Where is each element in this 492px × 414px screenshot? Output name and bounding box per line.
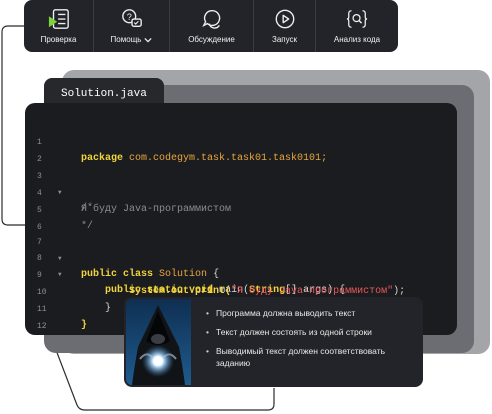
toolbar: Проверка ? Помощь Обсуждение Запуск Анал… [24, 0, 398, 52]
discussion-label: Обсуждение [188, 35, 235, 44]
requirement-item: Программа должна выводить текст [206, 307, 416, 319]
comment-close: */ [81, 221, 94, 232]
requirements-card: Программа должна выводить текст Текст до… [124, 297, 423, 387]
code-line: 11 } [25, 286, 87, 331]
code-line: 12 [25, 303, 49, 331]
statement-end: ); [393, 286, 406, 297]
string-literal: "Я буду Java-программистом" [231, 286, 394, 297]
check-list-icon [48, 9, 69, 29]
brace: } [81, 320, 88, 331]
play-icon [275, 9, 294, 29]
help-label: Помощь [110, 35, 142, 44]
discussion-icon [201, 10, 220, 29]
wizard-illustration [126, 299, 191, 385]
help-button[interactable]: ? Помощь [94, 0, 170, 52]
fold-arrow-icon[interactable]: ▼ [58, 267, 62, 283]
brace: } [105, 303, 112, 314]
keyword: package [81, 153, 124, 164]
check-button[interactable]: Проверка [24, 0, 94, 52]
svg-text:?: ? [126, 12, 131, 22]
run-label: Запуск [271, 35, 298, 44]
brace: { [213, 269, 220, 280]
code-line: 7 ▼ public class Solution { [25, 219, 219, 280]
requirement-item: Выводимый текст должен соответствовать з… [206, 345, 416, 369]
requirement-item: Текст должен состоять из одной строки [206, 326, 416, 338]
code-line: 2 [25, 136, 49, 164]
code-line: 3 ▼ /* [25, 153, 93, 214]
code-line: 9 System.out.print("Я буду Java-программ… [25, 252, 405, 297]
line-number: 12 [37, 322, 47, 331]
print-call: System.out.print( [129, 286, 232, 297]
wizard-avatar [126, 299, 191, 385]
code-analysis-icon [346, 10, 368, 28]
code-line: 1 package com.codegym.task.task01.task01… [25, 119, 327, 164]
code-line: 4 Я буду Java-программистом [25, 170, 231, 215]
class-name: Solution [159, 269, 208, 280]
comment-text: Я буду Java-программистом [81, 204, 232, 215]
code-line: 5 */ [25, 187, 93, 232]
keyword: public class [81, 269, 154, 280]
code-analysis-label: Анализ кода [333, 35, 381, 44]
fold-arrow-icon[interactable]: ▼ [58, 185, 62, 201]
run-button[interactable]: Запуск [254, 0, 316, 52]
help-chat-icon: ? [121, 9, 142, 28]
code-line: 6 [25, 204, 49, 232]
code-analysis-button[interactable]: Анализ кода [316, 0, 398, 52]
code-line: 10 } [25, 269, 111, 314]
package-name: com.codegym.task.task01.task0101; [129, 153, 328, 164]
discussion-button[interactable]: Обсуждение [170, 0, 254, 52]
chevron-down-icon [144, 37, 153, 42]
requirements-list: Программа должна выводить текст Текст до… [206, 307, 416, 376]
check-label: Проверка [40, 35, 77, 44]
fold-arrow-icon[interactable]: ▼ [58, 251, 62, 267]
code-line: 8 ▼ public static void main(String[] arg… [25, 235, 345, 296]
